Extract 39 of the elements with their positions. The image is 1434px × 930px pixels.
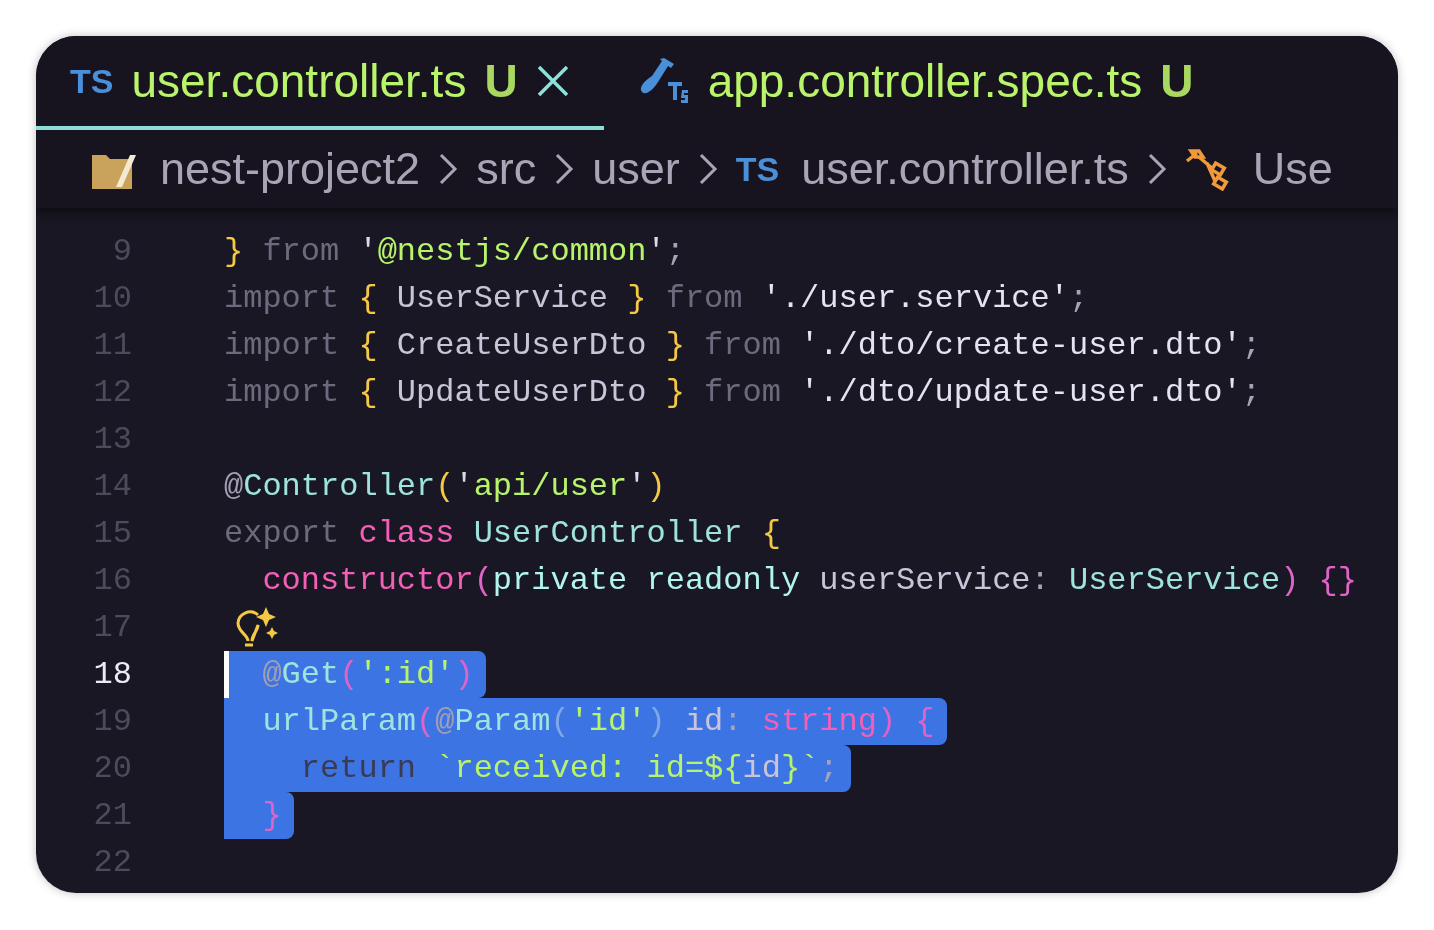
line-number: 12 xyxy=(92,373,132,413)
line-number: 13 xyxy=(92,420,132,460)
code-line: import { UpdateUserDto } from './dto/update-user.dto'; xyxy=(224,373,1262,413)
code-line: } from '@nestjs/common'; xyxy=(224,232,686,272)
line-number: 11 xyxy=(92,326,132,366)
chevron-icon xyxy=(1146,152,1167,186)
line-number: 16 xyxy=(92,561,132,601)
breadcrumb-item[interactable]: user xyxy=(592,135,680,203)
code-line: import { UserService } from './user.service'; xyxy=(224,279,1090,319)
line-number: 20 xyxy=(92,749,132,789)
line-number: 17 xyxy=(92,608,132,648)
close-icon xyxy=(535,64,570,98)
line-number: 19 xyxy=(92,702,132,742)
editor-tab[interactable]: app.controller.spec.ts U xyxy=(603,36,1228,130)
git-status-label: U xyxy=(484,53,518,109)
line-number: 9 xyxy=(111,232,132,272)
code-line: export class UserController { xyxy=(224,514,782,554)
line-number: 14 xyxy=(92,467,132,507)
chevron-icon xyxy=(554,152,575,186)
chevron-icon xyxy=(438,152,459,186)
text-cursor xyxy=(224,651,229,698)
git-status-label: U xyxy=(1160,53,1194,109)
class-icon xyxy=(1184,147,1231,191)
code-line: import { CreateUserDto } from './dto/create-user.dto'; xyxy=(224,326,1262,366)
close-button[interactable] xyxy=(535,64,570,98)
code-line: @Controller('api/user') xyxy=(224,467,667,507)
breadcrumb-item[interactable]: user.controller.ts xyxy=(801,135,1129,203)
breadcrumb-item[interactable]: Use xyxy=(1252,135,1333,203)
chevron-icon xyxy=(697,152,718,186)
line-number: 18 xyxy=(92,655,132,695)
breadcrumb-item[interactable]: src xyxy=(476,135,537,203)
line-number: 15 xyxy=(92,514,132,554)
breadcrumb-item[interactable]: nest-project2 xyxy=(160,135,421,203)
line-number: 10 xyxy=(92,279,132,319)
line-number: 22 xyxy=(92,843,132,883)
line-number: 21 xyxy=(92,796,132,836)
file-type-label: TS xyxy=(735,148,780,190)
file-type-label: TS xyxy=(70,60,114,102)
code-line: constructor(private readonly userService: UserService) {} xyxy=(261,561,1358,601)
